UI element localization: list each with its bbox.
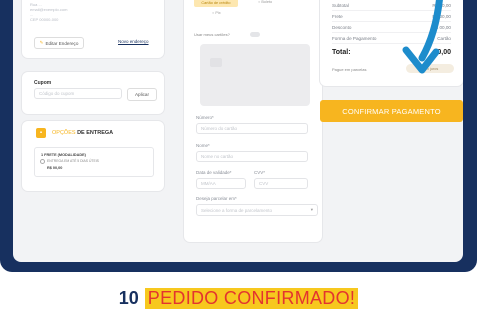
step-number: 10: [118, 287, 139, 308]
radio-icon[interactable]: [40, 159, 45, 164]
saved-cards-toggle[interactable]: [250, 32, 260, 37]
edit-icon: ✎: [39, 40, 44, 45]
cvv-label: CVV*: [254, 170, 266, 175]
coupon-card: Cupom Código do cupom Aplicar: [22, 72, 164, 114]
cvv-input[interactable]: CVV: [254, 178, 308, 189]
confirm-payment-label: CONFIRMAR PAGAMENTO: [342, 106, 441, 116]
card-chip-icon: [210, 58, 222, 67]
installments-select[interactable]: Selecione a forma de parcelamento ▾: [196, 204, 318, 216]
confirm-payment-button[interactable]: CONFIRMAR PAGAMENTO: [320, 100, 463, 122]
card-number-input[interactable]: Número do cartão: [196, 123, 308, 134]
method-pix-label: Pix: [215, 11, 221, 15]
saved-cards-label: Usar meus cartões?: [194, 32, 230, 37]
summary-row-label: Forma de Pagamento: [332, 36, 377, 41]
delivery-card: ▪ OPÇÕES DE ENTREGA 1 FRETE (MODALIDADE)…: [22, 121, 164, 191]
delivery-option-title: 1 FRETE (MODALIDADE): [41, 153, 86, 157]
address-line: CEP 00000-000: [30, 17, 59, 22]
caption: 10 PEDIDO CONFIRMADO!: [0, 287, 477, 309]
method-boleto[interactable]: ○ Boleto: [258, 0, 272, 4]
installment-note: Pague em parcelas: [332, 67, 367, 72]
method-boleto-label: Boleto: [261, 0, 273, 4]
card-number-label: Número*: [196, 115, 214, 120]
installments-label: Deseja parcelar em*: [196, 196, 237, 201]
payment-card: Cartão de crédito ○ Boleto ○ Pix Usar me…: [184, 0, 322, 242]
card-name-label: Nome*: [196, 143, 210, 148]
summary-row-label: Subtotal: [332, 3, 349, 8]
chevron-down-icon: ▾: [310, 207, 313, 212]
delivery-option-desc: ENTREGA EM ATÉ 5 DIAS ÚTEIS: [47, 159, 99, 163]
installments-value: Selecione a forma de parcelamento: [201, 207, 273, 213]
checkout-screen: Rua ... email@exemplo.com ... CEP 00000-…: [13, 0, 463, 262]
expiry-label: Data de validade*: [196, 170, 232, 175]
method-credit-card[interactable]: Cartão de crédito: [194, 0, 238, 7]
delivery-title: OPÇÕES DE ENTREGA: [52, 130, 113, 136]
step-title: PEDIDO CONFIRMADO!: [144, 287, 359, 309]
method-pix[interactable]: ○ Pix: [212, 11, 221, 15]
total-label: Total:: [332, 49, 351, 56]
coupon-title: Cupom: [34, 80, 52, 86]
summary-card: Subtotal R$ 00,00 Frete R$ 00,00 Descont…: [320, 0, 463, 86]
arrow-icon: [402, 0, 443, 74]
truck-icon: ▪: [36, 128, 46, 138]
coupon-input[interactable]: Código do cupom: [34, 88, 122, 99]
method-credit-card-label: Cartão de crédito: [201, 0, 231, 5]
summary-row-label: Frete: [332, 14, 343, 19]
apply-coupon-button[interactable]: Aplicar: [127, 88, 157, 101]
delivery-title-prefix: OPÇÕES: [52, 130, 76, 136]
expiry-input[interactable]: MM/AA: [196, 178, 246, 189]
delivery-option[interactable]: 1 FRETE (MODALIDADE) ENTREGA EM ATÉ 5 DI…: [34, 147, 154, 177]
edit-address-button[interactable]: ✎ Editar Endereço: [34, 37, 84, 49]
address-lines: Rua ... email@exemplo.com ... CEP 00000-…: [30, 2, 67, 22]
address-line: email@exemplo.com: [30, 7, 68, 12]
card-name-input[interactable]: Nome no cartão: [196, 151, 308, 162]
summary-row-label: Desconto: [332, 25, 352, 30]
card-preview: [200, 44, 310, 106]
delivery-title-suffix: DE ENTREGA: [77, 130, 114, 136]
device-frame: Rua ... email@exemplo.com ... CEP 00000-…: [0, 0, 477, 272]
delivery-option-price: R$ 00,00: [47, 166, 63, 170]
edit-address-label: Editar Endereço: [45, 40, 79, 46]
new-address-link[interactable]: Novo endereço: [118, 39, 149, 44]
address-card: Rua ... email@exemplo.com ... CEP 00000-…: [22, 0, 164, 58]
